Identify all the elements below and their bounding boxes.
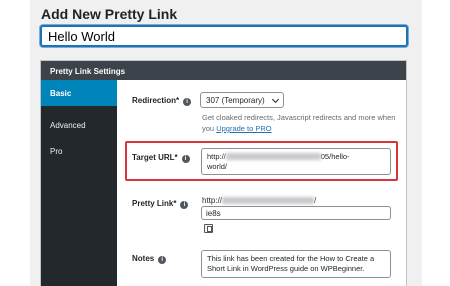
upgrade-to-pro-link[interactable]: Upgrade to PRO <box>216 124 271 133</box>
link-title-input[interactable] <box>40 25 408 47</box>
notes-label-text: Notes <box>132 254 155 263</box>
tab-basic[interactable]: Basic <box>41 80 117 106</box>
info-icon[interactable]: i <box>180 201 189 209</box>
notes-field[interactable]: This link has been created for the How t… <box>201 250 391 278</box>
redirection-help-text: Get cloaked redirects, Javascript redire… <box>202 112 397 134</box>
notes-label: Notes i <box>132 254 167 264</box>
redirection-label-text: Redirection* <box>132 96 180 105</box>
target-url-value-line2: world/ <box>207 162 228 171</box>
info-icon[interactable]: i <box>158 256 167 264</box>
target-url-value-start: http:// <box>207 152 226 161</box>
target-url-label-text: Target URL* <box>132 153 178 162</box>
pretty-link-slug-input[interactable] <box>201 206 391 220</box>
redirection-label: Redirection* i <box>132 96 192 106</box>
pretty-link-prefix: http:// / <box>202 196 316 205</box>
pretty-link-prefix-start: http:// <box>202 196 223 205</box>
info-icon[interactable]: i <box>183 98 192 106</box>
tab-pro[interactable]: Pro <box>41 138 117 164</box>
page-title: Add New Pretty Link <box>41 6 178 22</box>
redirection-selected-value: 307 (Temporary) <box>206 96 265 105</box>
redacted-domain <box>225 153 321 160</box>
target-url-field[interactable]: http:// 05/hello- world/ <box>201 148 391 175</box>
panel-header: Pretty Link Settings <box>41 61 406 80</box>
redacted-domain <box>222 197 315 204</box>
target-url-value-end: 05/hello- <box>320 152 350 161</box>
redirection-select[interactable]: 307 (Temporary) <box>200 92 284 108</box>
target-url-label: Target URL* i <box>132 153 190 163</box>
pretty-link-label-text: Pretty Link* <box>132 199 177 208</box>
pretty-link-label: Pretty Link* i <box>132 199 189 209</box>
pretty-link-prefix-end: / <box>314 196 317 205</box>
chevron-down-icon <box>271 95 280 104</box>
info-icon[interactable]: i <box>181 155 190 163</box>
settings-sidebar: Basic Advanced Pro <box>41 80 117 286</box>
copy-icon[interactable] <box>204 224 213 233</box>
tab-advanced[interactable]: Advanced <box>41 112 117 138</box>
